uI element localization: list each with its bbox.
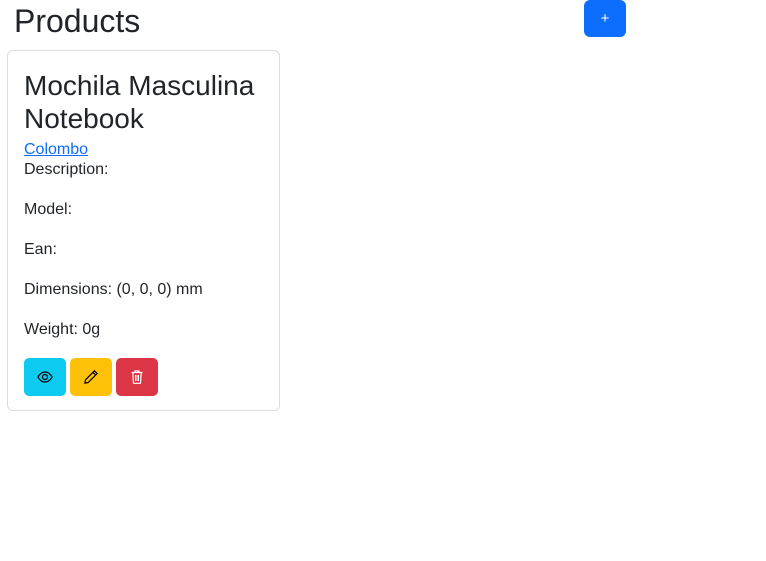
delete-product-button[interactable] [116, 358, 158, 396]
product-dimensions: Dimensions: (0, 0, 0) mm [24, 281, 203, 298]
eye-icon [37, 371, 53, 383]
product-description: Description: [24, 161, 109, 178]
card-actions [24, 358, 158, 396]
product-card: Mochila Masculina Notebook Colombo Descr… [7, 50, 280, 411]
trash-icon [131, 370, 143, 384]
pencil-icon [84, 370, 98, 384]
product-model: Model: [24, 201, 73, 218]
add-product-button[interactable]: + [584, 0, 626, 37]
card-body: Mochila Masculina Notebook Colombo Descr… [24, 69, 269, 360]
product-name: Mochila Masculina Notebook [24, 70, 255, 134]
products-page: Products + Mochila Masculina Notebook Co… [0, 0, 766, 561]
product-ean: Ean: [24, 241, 57, 258]
page-title: Products [14, 3, 141, 39]
edit-product-button[interactable] [70, 358, 112, 396]
view-product-button[interactable] [24, 358, 66, 396]
product-brand-link[interactable]: Colombo [24, 140, 269, 160]
product-weight: Weight: 0g [24, 321, 101, 338]
